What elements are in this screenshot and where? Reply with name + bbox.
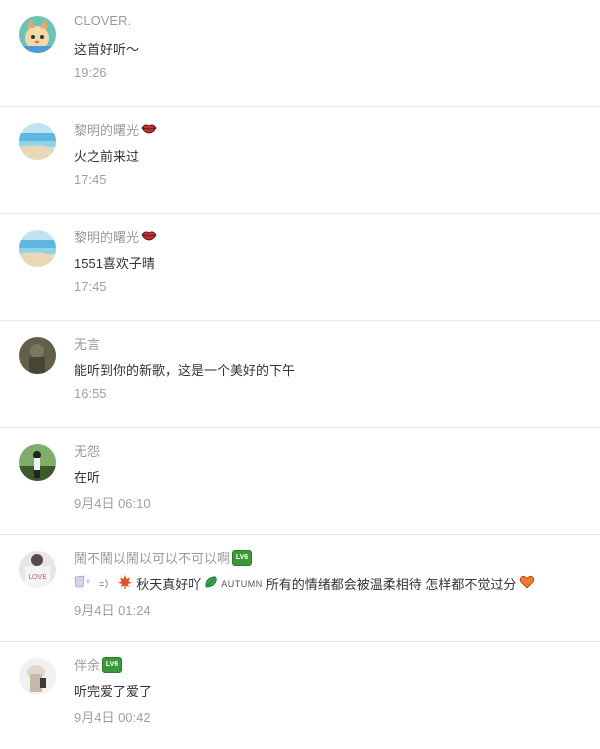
comment-text: 火之前来过 — [74, 146, 139, 165]
comment-text-content: 火之前来过 — [74, 149, 140, 164]
comment-list: CLOVER. 这首好听～ 19:26 黎明的曙光 火之前来过 17:45 黎明… — [0, 0, 600, 749]
comment-item: 黎明的曙光 火之前来过 17:45 — [0, 107, 600, 214]
username[interactable]: 伴余 LV6 — [74, 655, 123, 674]
comment-time: 16:55 — [74, 386, 107, 401]
comment-item: 黎明的曙光 1551喜欢子晴 17:45 — [0, 214, 600, 321]
comment-text: =） 秋天真好吖 AUTUMN 所有的情绪都会被温柔相待 怎样都不觉过分 — [74, 574, 535, 593]
comment-item: CLOVER. 这首好听～ 19:26 — [0, 0, 600, 107]
avatar[interactable] — [19, 123, 56, 160]
sticker-icon — [74, 575, 96, 592]
comment-text-content: 这首好听～ — [74, 42, 140, 57]
level-badge-icon: LV6 — [232, 549, 253, 566]
comment-item: LOVE 鬧不鬧以鬧以可以不可以啊 LV6 =） 秋天真好吖 AUTUMN 所有… — [0, 535, 600, 642]
leaf-icon — [204, 575, 218, 592]
comment-time: 17:45 — [74, 172, 107, 187]
sticker-text: =） — [99, 579, 115, 589]
username-text[interactable]: 无怨 — [74, 441, 100, 460]
svg-text:LOVE: LOVE — [28, 573, 46, 581]
comment-text-content: 1551喜欢子晴 — [74, 256, 155, 271]
comment-item: 无怨 在听 9月4日 06:10 — [0, 428, 600, 535]
avatar[interactable] — [19, 444, 56, 481]
comment-text: 这首好听～ — [74, 39, 139, 58]
username[interactable]: CLOVER. — [74, 13, 131, 28]
comment-time: 17:45 — [74, 279, 107, 294]
username[interactable]: 无言 — [74, 334, 100, 353]
comment-text: 听完爱了爱了 — [74, 681, 152, 700]
username[interactable]: 鬧不鬧以鬧以可以不可以啊 LV6 — [74, 548, 253, 567]
comment-time: 9月4日 00:42 — [74, 710, 151, 725]
username[interactable]: 黎明的曙光 — [74, 120, 157, 139]
username-text[interactable]: 黎明的曙光 — [74, 227, 139, 246]
avatar[interactable]: LOVE — [19, 551, 56, 588]
comment-time: 9月4日 01:24 — [74, 603, 151, 618]
lips-icon — [141, 229, 157, 244]
autumn-sticker-text: AUTUMN — [221, 578, 263, 589]
comment-item: 伴余 LV6 听完爱了爱了 9月4日 00:42 — [0, 642, 600, 749]
avatar[interactable] — [19, 230, 56, 267]
comment-text-content: 听完爱了爱了 — [74, 684, 153, 699]
username-text[interactable]: 无言 — [74, 334, 100, 353]
comment-text-content: 能听到你的新歌，这是一个美好的下午 — [74, 363, 296, 378]
avatar[interactable] — [19, 337, 56, 374]
comment-text: 1551喜欢子晴 — [74, 253, 155, 272]
comment-text-content: 秋天真好吖 — [136, 577, 202, 592]
username[interactable]: 无怨 — [74, 441, 100, 460]
username-text[interactable]: CLOVER. — [74, 13, 131, 28]
username-text[interactable]: 黎明的曙光 — [74, 120, 139, 139]
level-badge-icon: LV6 — [102, 656, 123, 673]
comment-text: 能听到你的新歌，这是一个美好的下午 — [74, 360, 295, 379]
avatar[interactable] — [19, 16, 56, 53]
comment-item: 无言 能听到你的新歌，这是一个美好的下午 16:55 — [0, 321, 600, 428]
maple-leaf-icon — [117, 574, 133, 593]
comment-text-content: 在听 — [74, 470, 101, 485]
comment-text-content: 所有的情绪都会被温柔相待 怎样都不觉过分 — [265, 577, 517, 592]
username-text[interactable]: 伴余 — [74, 655, 100, 674]
comment-time: 19:26 — [74, 65, 107, 80]
username-text[interactable]: 鬧不鬧以鬧以可以不可以啊 — [74, 548, 230, 567]
comment-time: 9月4日 06:10 — [74, 496, 151, 511]
avatar[interactable] — [19, 658, 56, 695]
lips-icon — [141, 122, 157, 137]
username[interactable]: 黎明的曙光 — [74, 227, 157, 246]
heart-icon — [519, 575, 535, 592]
comment-text: 在听 — [74, 467, 100, 486]
